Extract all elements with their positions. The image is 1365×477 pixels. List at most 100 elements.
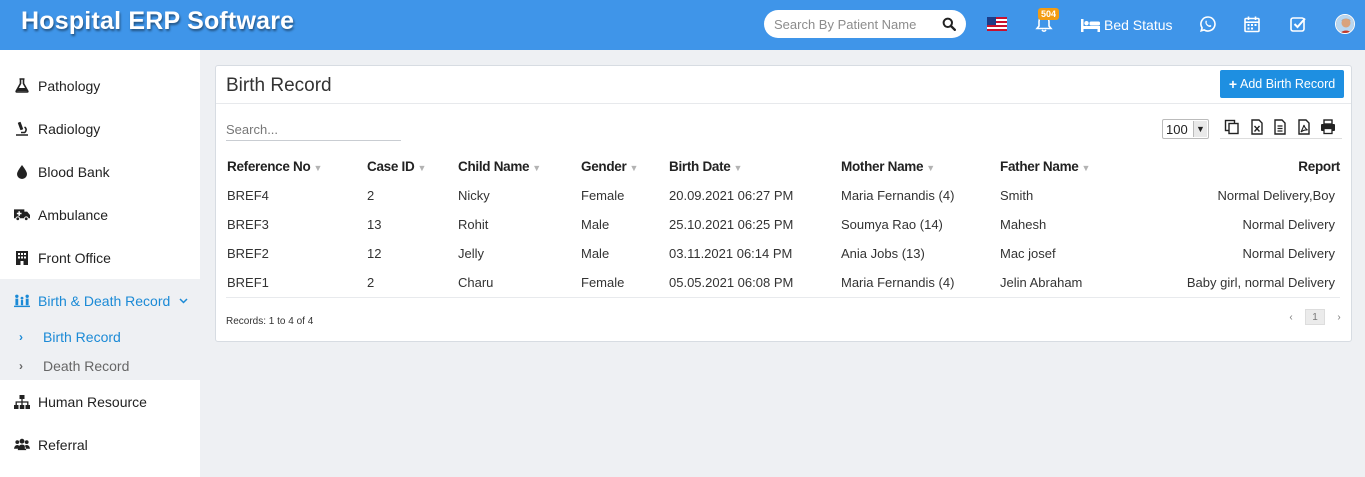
- add-button-label: Add Birth Record: [1240, 77, 1336, 91]
- cell-case-id: 2: [367, 188, 375, 203]
- cell-report: Normal Delivery: [1242, 246, 1335, 261]
- sidebar-item-birth-death-record[interactable]: Birth & Death Record: [0, 279, 200, 322]
- chevron-right-icon: ›: [19, 329, 23, 344]
- panel-header: Birth Record + Add Birth Record: [216, 66, 1351, 104]
- add-birth-record-button[interactable]: + Add Birth Record: [1220, 70, 1344, 98]
- copy-icon[interactable]: [1224, 119, 1240, 135]
- cell-report: Normal Delivery,Boy: [1217, 188, 1335, 203]
- microscope-icon: [14, 121, 30, 137]
- cell-report: Baby girl, normal Delivery: [1169, 268, 1340, 298]
- column-header-father-name[interactable]: Father Name ▼: [999, 151, 1169, 181]
- bed-icon: [1081, 18, 1100, 32]
- print-icon[interactable]: [1320, 119, 1336, 135]
- sidebar-item-pathology[interactable]: Pathology: [0, 64, 200, 107]
- csv-icon[interactable]: [1272, 119, 1288, 135]
- cell-mother-name: Maria Fernandis (4): [841, 188, 955, 203]
- table-row[interactable]: BREF4 2 Nicky Female 20.09.2021 06:27 PM…: [226, 181, 1340, 210]
- export-toolbar: [1220, 119, 1342, 139]
- cell-gender: Male: [581, 217, 610, 232]
- submenu-item-death-record[interactable]: › Death Record: [0, 351, 200, 380]
- column-header-child-name[interactable]: Child Name ▼: [457, 151, 580, 181]
- sidebar-item-label: Blood Bank: [38, 163, 110, 180]
- sidebar-item-radiology[interactable]: Radiology: [0, 107, 200, 150]
- users-icon: [14, 437, 30, 453]
- sort-icon: ▼: [417, 162, 427, 173]
- column-header-label: Report: [1298, 158, 1340, 174]
- cell-birth-date: 05.05.2021 06:08 PM: [668, 268, 840, 298]
- sort-icon: ▼: [926, 162, 935, 173]
- cell-case-id: 2: [366, 268, 457, 298]
- cell-case-id: 12: [367, 246, 382, 261]
- pagination-next-button[interactable]: ›: [1331, 309, 1347, 325]
- cell-father-name: Smith: [1000, 188, 1034, 203]
- sidebar-item-blood-bank[interactable]: Blood Bank: [0, 150, 200, 193]
- sidebar-item-label: Radiology: [38, 120, 101, 137]
- sidebar-item-referral[interactable]: Referral: [0, 423, 200, 466]
- sort-icon: ▼: [1081, 162, 1091, 173]
- cell-mother-name: Soumya Rao (14): [841, 217, 943, 232]
- column-header-birth-date[interactable]: Birth Date ▼: [668, 151, 840, 181]
- sidebar-item-label: Front Office: [38, 249, 111, 266]
- table-row[interactable]: BREF2 12 Jelly Male 03.11.2021 06:14 PM …: [226, 239, 1340, 268]
- bed-status-link[interactable]: Bed Status: [1081, 15, 1173, 35]
- column-header-case-id[interactable]: Case ID ▼: [366, 151, 457, 181]
- pagination-prev-button[interactable]: ‹: [1283, 309, 1299, 325]
- sidebar-item-ambulance[interactable]: Ambulance: [0, 193, 200, 236]
- table-row[interactable]: BREF1 2 Charu Female 05.05.2021 06:08 PM…: [226, 268, 1340, 298]
- sort-icon: ▼: [629, 162, 639, 173]
- user-avatar[interactable]: [1335, 14, 1355, 34]
- sort-icon: ▼: [313, 162, 323, 173]
- cell-case-id: 13: [367, 217, 382, 232]
- cell-father-name: Jelin Abraham: [999, 268, 1169, 298]
- us-flag-icon[interactable]: [987, 17, 1007, 31]
- pagination-page-button[interactable]: 1: [1305, 309, 1325, 325]
- cell-mother-name: Maria Fernandis (4): [840, 268, 999, 298]
- calendar-icon[interactable]: [1243, 15, 1261, 33]
- table-search-input[interactable]: [226, 119, 401, 141]
- cell-gender: Female: [581, 188, 625, 203]
- bed-status-label: Bed Status: [1104, 17, 1173, 33]
- sidebar-item-human-resource[interactable]: Human Resource: [0, 380, 200, 423]
- sitemap-icon: [14, 394, 30, 410]
- notification-badge: 504: [1038, 8, 1060, 20]
- birth-record-table: Reference No ▼ Case ID ▼ Child Name ▼ Gende…: [226, 151, 1340, 298]
- user-avatar-image: [1336, 15, 1354, 33]
- cell-gender: Male: [581, 246, 610, 261]
- page-size-select[interactable]: 100 ▼: [1162, 119, 1209, 139]
- top-navbar: Hospital ERP Software 504 Bed Status: [0, 0, 1365, 50]
- birth-record-panel: Birth Record + Add Birth Record 100 ▼ Re…: [215, 65, 1352, 342]
- blood-drop-icon: [14, 164, 30, 180]
- submenu-item-birth-record[interactable]: › Birth Record: [0, 322, 200, 351]
- cell-reference-no: BREF3: [227, 217, 269, 232]
- excel-icon[interactable]: [1249, 119, 1265, 135]
- sidebar-item-front-office[interactable]: Front Office: [0, 236, 200, 279]
- sidebar-item-label: Human Resource: [38, 393, 147, 410]
- sort-icon: ▼: [733, 162, 743, 173]
- column-header-label: Father Name: [1000, 158, 1079, 174]
- page-title: Birth Record: [226, 75, 332, 96]
- cell-father-name: Mac josef: [1000, 246, 1056, 261]
- plus-icon: +: [1228, 76, 1237, 92]
- app-title[interactable]: Hospital ERP Software: [21, 7, 294, 36]
- column-header-reference-no[interactable]: Reference No ▼: [226, 151, 366, 181]
- chevron-right-icon: ›: [19, 358, 23, 373]
- patient-search-input[interactable]: [764, 10, 934, 38]
- whatsapp-icon[interactable]: [1199, 15, 1217, 33]
- task-check-icon[interactable]: [1289, 15, 1307, 33]
- column-header-mother-name[interactable]: Mother Name ▼: [840, 151, 999, 181]
- submenu-birth-death: › Birth Record › Death Record: [0, 322, 200, 380]
- building-icon: [14, 250, 30, 266]
- cell-child-name: Jelly: [458, 246, 485, 261]
- table-row[interactable]: BREF3 13 Rohit Male 25.10.2021 06:25 PM …: [226, 210, 1340, 239]
- column-header-label: Gender: [581, 158, 627, 174]
- chevron-down-icon: ▼: [1193, 121, 1207, 137]
- column-header-label: Child Name: [458, 158, 530, 174]
- column-header-gender[interactable]: Gender ▼: [580, 151, 668, 181]
- search-icon[interactable]: [942, 17, 956, 31]
- sidebar: Pathology Radiology Blood Bank Ambulance…: [0, 50, 200, 477]
- cell-report: Normal Delivery: [1242, 217, 1335, 232]
- sidebar-item-label: Birth & Death Record: [38, 292, 171, 309]
- cell-birth-date: 03.11.2021 06:14 PM: [669, 246, 793, 261]
- cell-birth-date: 25.10.2021 06:25 PM: [669, 217, 794, 232]
- pdf-icon[interactable]: [1296, 119, 1312, 135]
